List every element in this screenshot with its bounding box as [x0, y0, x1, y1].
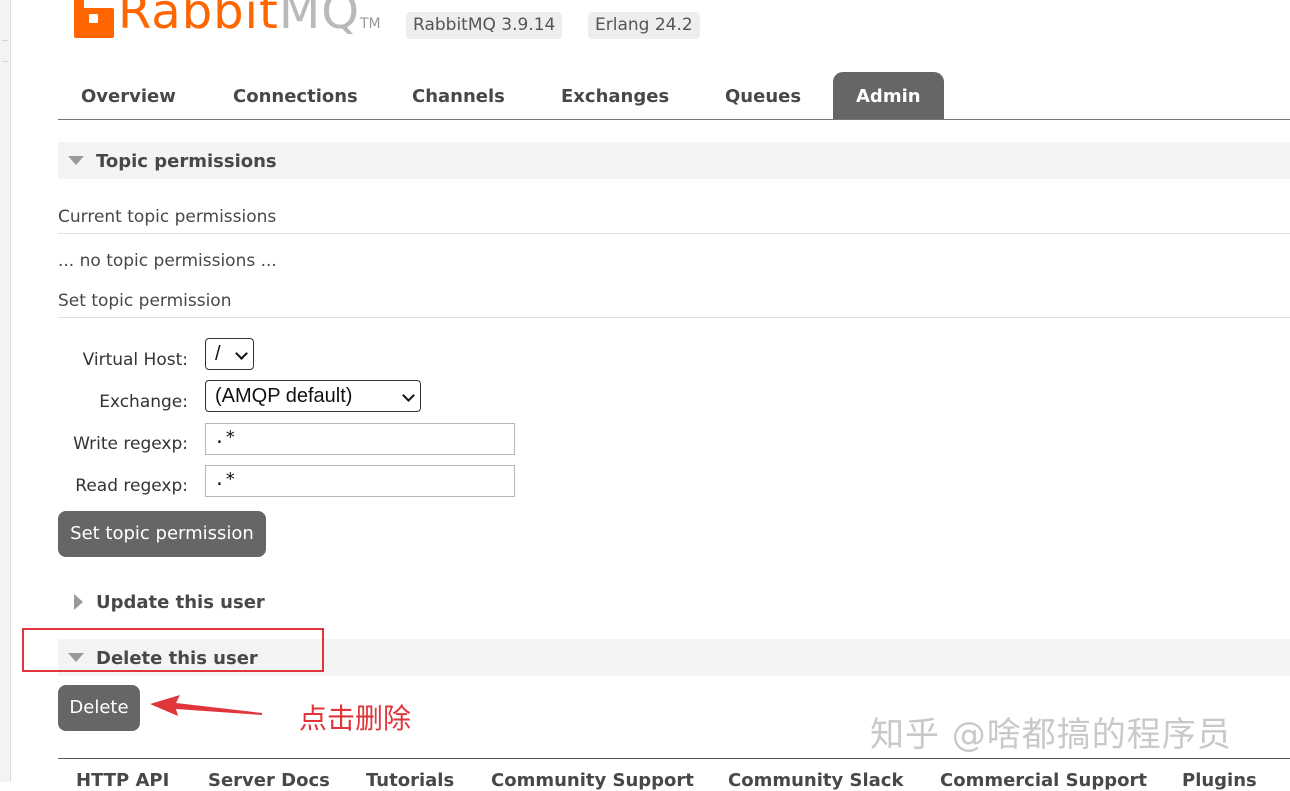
- logo-wordmark: RabbitMQ: [118, 0, 361, 40]
- current-topic-permissions-heading: Current topic permissions: [58, 203, 1290, 234]
- rabbitmq-logo-icon: [74, 0, 114, 38]
- window-left-edge: [0, 0, 11, 782]
- erlang-version-badge: Erlang 24.2: [588, 12, 700, 39]
- delete-user-button[interactable]: Delete: [58, 685, 140, 731]
- set-topic-permission-heading: Set topic permission: [58, 287, 1290, 318]
- write-regexp-label: Write regexp:: [73, 434, 188, 454]
- edge-tick: [2, 40, 8, 62]
- rabbitmq-logo[interactable]: RabbitMQ: [74, 0, 361, 40]
- footer-link-http-api[interactable]: HTTP API: [76, 770, 169, 791]
- collapse-arrow-icon: [68, 156, 84, 165]
- exchange-label: Exchange:: [99, 392, 188, 412]
- tab-overview[interactable]: Overview: [81, 72, 176, 119]
- tab-admin[interactable]: Admin: [833, 72, 944, 119]
- main-nav: Overview Connections Channels Exchanges …: [58, 72, 1290, 120]
- no-permissions-text: ... no topic permissions ...: [58, 251, 277, 271]
- trademark-mark: TM: [360, 16, 381, 32]
- footer-divider: [58, 758, 1290, 759]
- footer-link-community-support[interactable]: Community Support: [491, 770, 694, 791]
- footer-link-commercial-support[interactable]: Commercial Support: [940, 770, 1147, 791]
- read-regexp-label: Read regexp:: [75, 476, 188, 496]
- expand-arrow-icon: [74, 594, 83, 610]
- exchange-select[interactable]: (AMQP default): [205, 380, 421, 412]
- virtual-host-label: Virtual Host:: [82, 350, 188, 370]
- tab-connections[interactable]: Connections: [233, 72, 358, 119]
- annotation-text: 点击删除: [299, 702, 412, 735]
- footer-link-community-slack[interactable]: Community Slack: [728, 770, 903, 791]
- set-topic-permission-button[interactable]: Set topic permission: [58, 511, 266, 557]
- watermark-text: 知乎 @啥都搞的程序员: [870, 715, 1232, 755]
- write-regexp-input[interactable]: .*: [205, 423, 515, 455]
- annotation-arrow-icon: [150, 695, 262, 716]
- rabbitmq-version-badge: RabbitMQ 3.9.14: [406, 12, 563, 39]
- update-user-title: Update this user: [96, 592, 265, 613]
- tab-exchanges[interactable]: Exchanges: [561, 72, 669, 119]
- footer-link-plugins[interactable]: Plugins: [1182, 770, 1257, 791]
- footer-link-tutorials[interactable]: Tutorials: [366, 770, 454, 791]
- tab-channels[interactable]: Channels: [412, 72, 505, 119]
- chevron-down-icon: [402, 389, 415, 402]
- topic-permissions-header[interactable]: Topic permissions: [58, 142, 1290, 179]
- virtual-host-select[interactable]: /: [205, 338, 254, 370]
- tab-queues[interactable]: Queues: [725, 72, 801, 119]
- chevron-down-icon: [235, 347, 248, 360]
- read-regexp-input[interactable]: .*: [205, 465, 515, 497]
- virtual-host-value: /: [215, 343, 221, 365]
- section-title: Topic permissions: [96, 151, 277, 172]
- exchange-value: (AMQP default): [215, 385, 353, 407]
- highlight-box: [22, 628, 324, 672]
- footer-link-server-docs[interactable]: Server Docs: [208, 770, 330, 791]
